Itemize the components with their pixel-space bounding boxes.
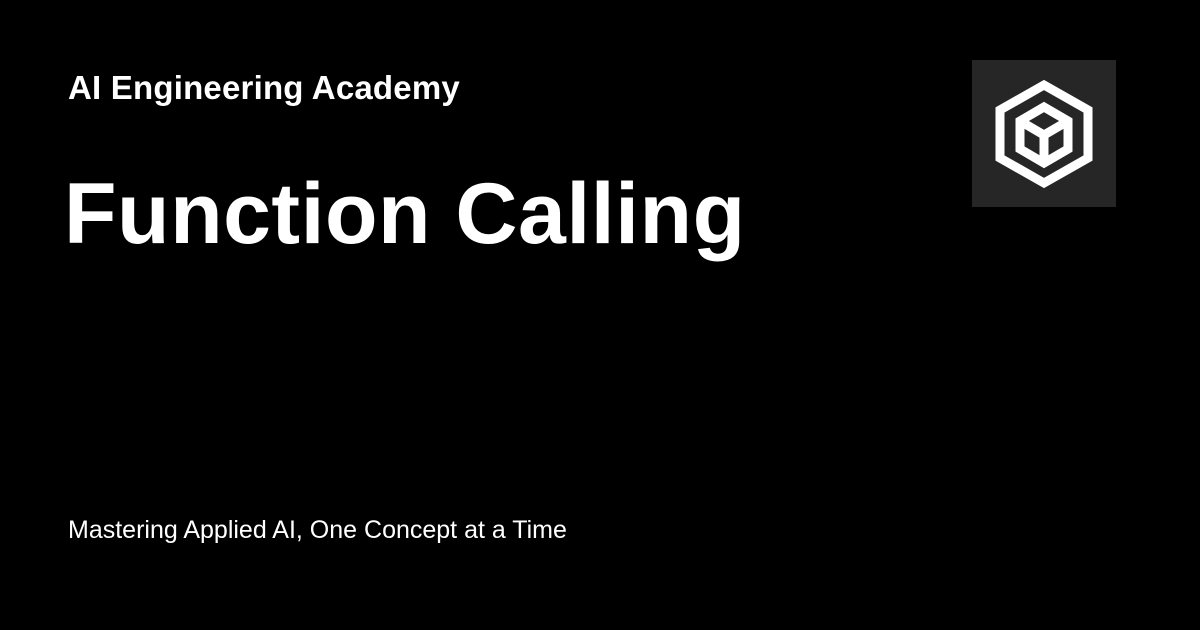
site-name: AI Engineering Academy (68, 69, 460, 106)
logo (972, 60, 1116, 207)
social-card: AI Engineering Academy Function Calling … (0, 0, 1200, 630)
tagline: Mastering Applied AI, One Concept at a T… (68, 516, 567, 544)
hexagon-cube-logo-icon (995, 79, 1093, 188)
page-title: Function Calling (64, 166, 746, 262)
